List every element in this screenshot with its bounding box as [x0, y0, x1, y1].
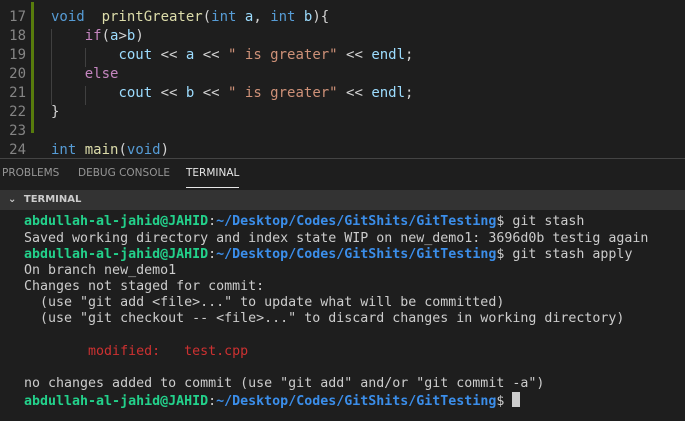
tab-problems[interactable]: PROBLEMS — [2, 167, 59, 179]
code-token: ) — [135, 28, 144, 44]
chevron-down-icon: ⌄ — [8, 194, 17, 205]
code-token: cout — [118, 85, 153, 101]
code-token: int — [270, 9, 296, 25]
code-token: " is greater" — [228, 85, 338, 101]
code-token: << — [194, 85, 229, 101]
code-token: int — [51, 142, 77, 158]
terminal-line: (use "git checkout -- <file>..." to disc… — [24, 311, 625, 326]
code-line: if(a>b) — [51, 27, 144, 46]
terminal-line: (use "git add <file>..." to update what … — [24, 295, 505, 310]
tab-debug-console[interactable]: DEBUG CONSOLE — [78, 167, 170, 179]
code-token: ( — [118, 142, 127, 158]
code-editor[interactable]: 17 void printGreater(int a, int b){18 if(… — [0, 0, 685, 158]
terminal-line: no changes added to commit (use "git add… — [24, 376, 545, 391]
code-token: , — [253, 9, 271, 25]
code-token: endl — [371, 85, 406, 101]
code-token: > — [118, 28, 127, 44]
code-token: << — [152, 85, 186, 101]
code-token: cout — [118, 47, 153, 63]
code-token: else — [84, 66, 119, 82]
code-token: << — [337, 47, 372, 63]
code-line: cout << b << " is greater" << endl; — [51, 84, 413, 103]
line-number: 23 — [9, 123, 26, 139]
terminal-output[interactable]: abdullah-al-jahid@JAHID:~/Desktop/Codes/… — [0, 210, 685, 421]
code-token: a — [236, 9, 254, 25]
code-token: } — [51, 104, 60, 120]
code-line: void printGreater(int a, int b){ — [51, 8, 329, 27]
code-token: if — [84, 28, 102, 44]
code-token: ( — [202, 9, 212, 25]
line-number: 19 — [9, 47, 26, 63]
panel-tabs: PROBLEMS DEBUG CONSOLE TERMINAL — [0, 158, 685, 189]
code-token: printGreater — [101, 9, 203, 25]
code-token: void — [51, 9, 85, 25]
line-number: 20 — [9, 66, 26, 82]
terminal-cursor — [512, 392, 521, 407]
code-token: " is greater" — [228, 47, 338, 63]
line-number: 17 — [9, 9, 26, 25]
terminal-line: On branch new_demo1 — [24, 263, 177, 278]
terminal-line: abdullah-al-jahid@JAHID:~/Desktop/Codes/… — [24, 247, 633, 262]
code-token: main — [76, 142, 119, 158]
code-token: b — [295, 9, 313, 25]
code-token: ; — [405, 47, 414, 63]
code-token: << — [152, 47, 186, 63]
code-token: ){ — [312, 9, 330, 25]
git-change-indicator — [31, 2, 34, 133]
line-number: 21 — [9, 85, 26, 101]
code-token: ; — [405, 85, 414, 101]
terminal-line: Saved working directory and index state … — [24, 231, 649, 246]
code-line: cout << a << " is greater" << endl; — [51, 46, 413, 65]
code-line: } — [51, 103, 59, 122]
terminal-line: Changes not staged for commit: — [24, 279, 265, 294]
line-number: 24 — [9, 142, 26, 158]
code-token: endl — [371, 47, 406, 63]
code-token: << — [337, 85, 372, 101]
code-token: ( — [101, 28, 111, 44]
terminal-section-header[interactable]: ⌄ TERMINAL — [0, 190, 685, 210]
terminal-prompt: abdullah-al-jahid@JAHID:~/Desktop/Codes/… — [24, 392, 521, 410]
terminal-line: abdullah-al-jahid@JAHID:~/Desktop/Codes/… — [24, 214, 585, 229]
modified-file-line: modified: test.cpp — [24, 344, 249, 359]
code-line: else — [51, 65, 119, 84]
line-number: 22 — [9, 104, 26, 120]
code-token: << — [194, 47, 229, 63]
tab-terminal[interactable]: TERMINAL — [186, 167, 240, 188]
section-title: TERMINAL — [23, 194, 82, 205]
code-token: ) — [160, 142, 170, 158]
line-number: 18 — [9, 28, 26, 44]
code-token: int — [211, 9, 237, 25]
code-token: void — [126, 142, 161, 158]
code-line: int main(void) — [51, 141, 169, 158]
